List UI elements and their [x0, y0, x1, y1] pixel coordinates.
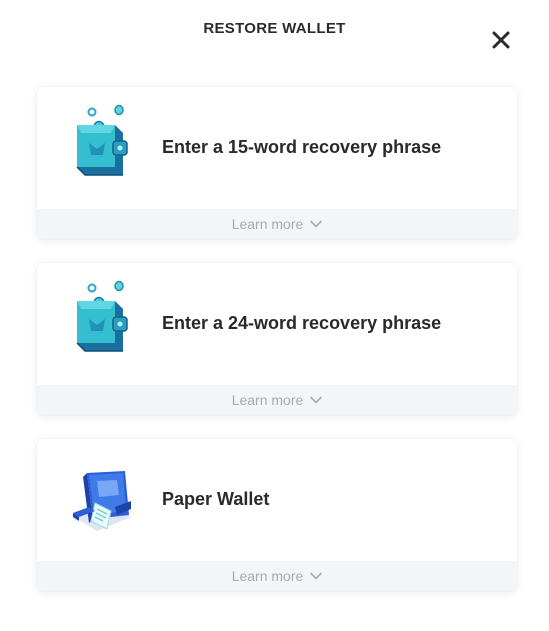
- close-icon: [492, 31, 510, 49]
- page-title: RESTORE WALLET: [203, 20, 346, 37]
- learn-more-toggle[interactable]: Learn more: [232, 216, 323, 232]
- option-card-15-word[interactable]: Enter a 15-word recovery phrase Learn mo…: [37, 87, 517, 239]
- learn-more-toggle[interactable]: Learn more: [232, 392, 323, 408]
- chevron-down-icon: [310, 572, 323, 580]
- learn-more-toggle[interactable]: Learn more: [232, 568, 323, 584]
- wallet-coins-icon: [67, 103, 137, 183]
- option-card-main[interactable]: Enter a 24-word recovery phrase: [37, 263, 517, 385]
- learn-more-label: Learn more: [231, 568, 304, 584]
- chevron-down-icon: [310, 220, 323, 228]
- option-card-main[interactable]: Enter a 15-word recovery phrase: [37, 87, 517, 209]
- learn-more-label: Learn more: [231, 392, 304, 408]
- learn-more-label: Learn more: [231, 216, 304, 232]
- chevron-down-icon: [310, 396, 323, 404]
- card-footer: Learn more: [37, 209, 517, 239]
- option-label: Enter a 24-word recovery phrase: [162, 313, 442, 333]
- wallet-coins-icon: [67, 279, 137, 359]
- option-label: Enter a 15-word recovery phrase: [162, 137, 442, 157]
- card-footer: Learn more: [37, 385, 517, 415]
- option-card-paper-wallet[interactable]: Paper Wallet Learn more: [37, 439, 517, 591]
- close-button[interactable]: [489, 28, 513, 52]
- paper-wallet-printer-icon: [67, 455, 137, 535]
- option-card-24-word[interactable]: Enter a 24-word recovery phrase Learn mo…: [37, 263, 517, 415]
- option-card-main[interactable]: Paper Wallet: [37, 439, 517, 561]
- option-label: Paper Wallet: [162, 489, 270, 509]
- card-footer: Learn more: [37, 561, 517, 591]
